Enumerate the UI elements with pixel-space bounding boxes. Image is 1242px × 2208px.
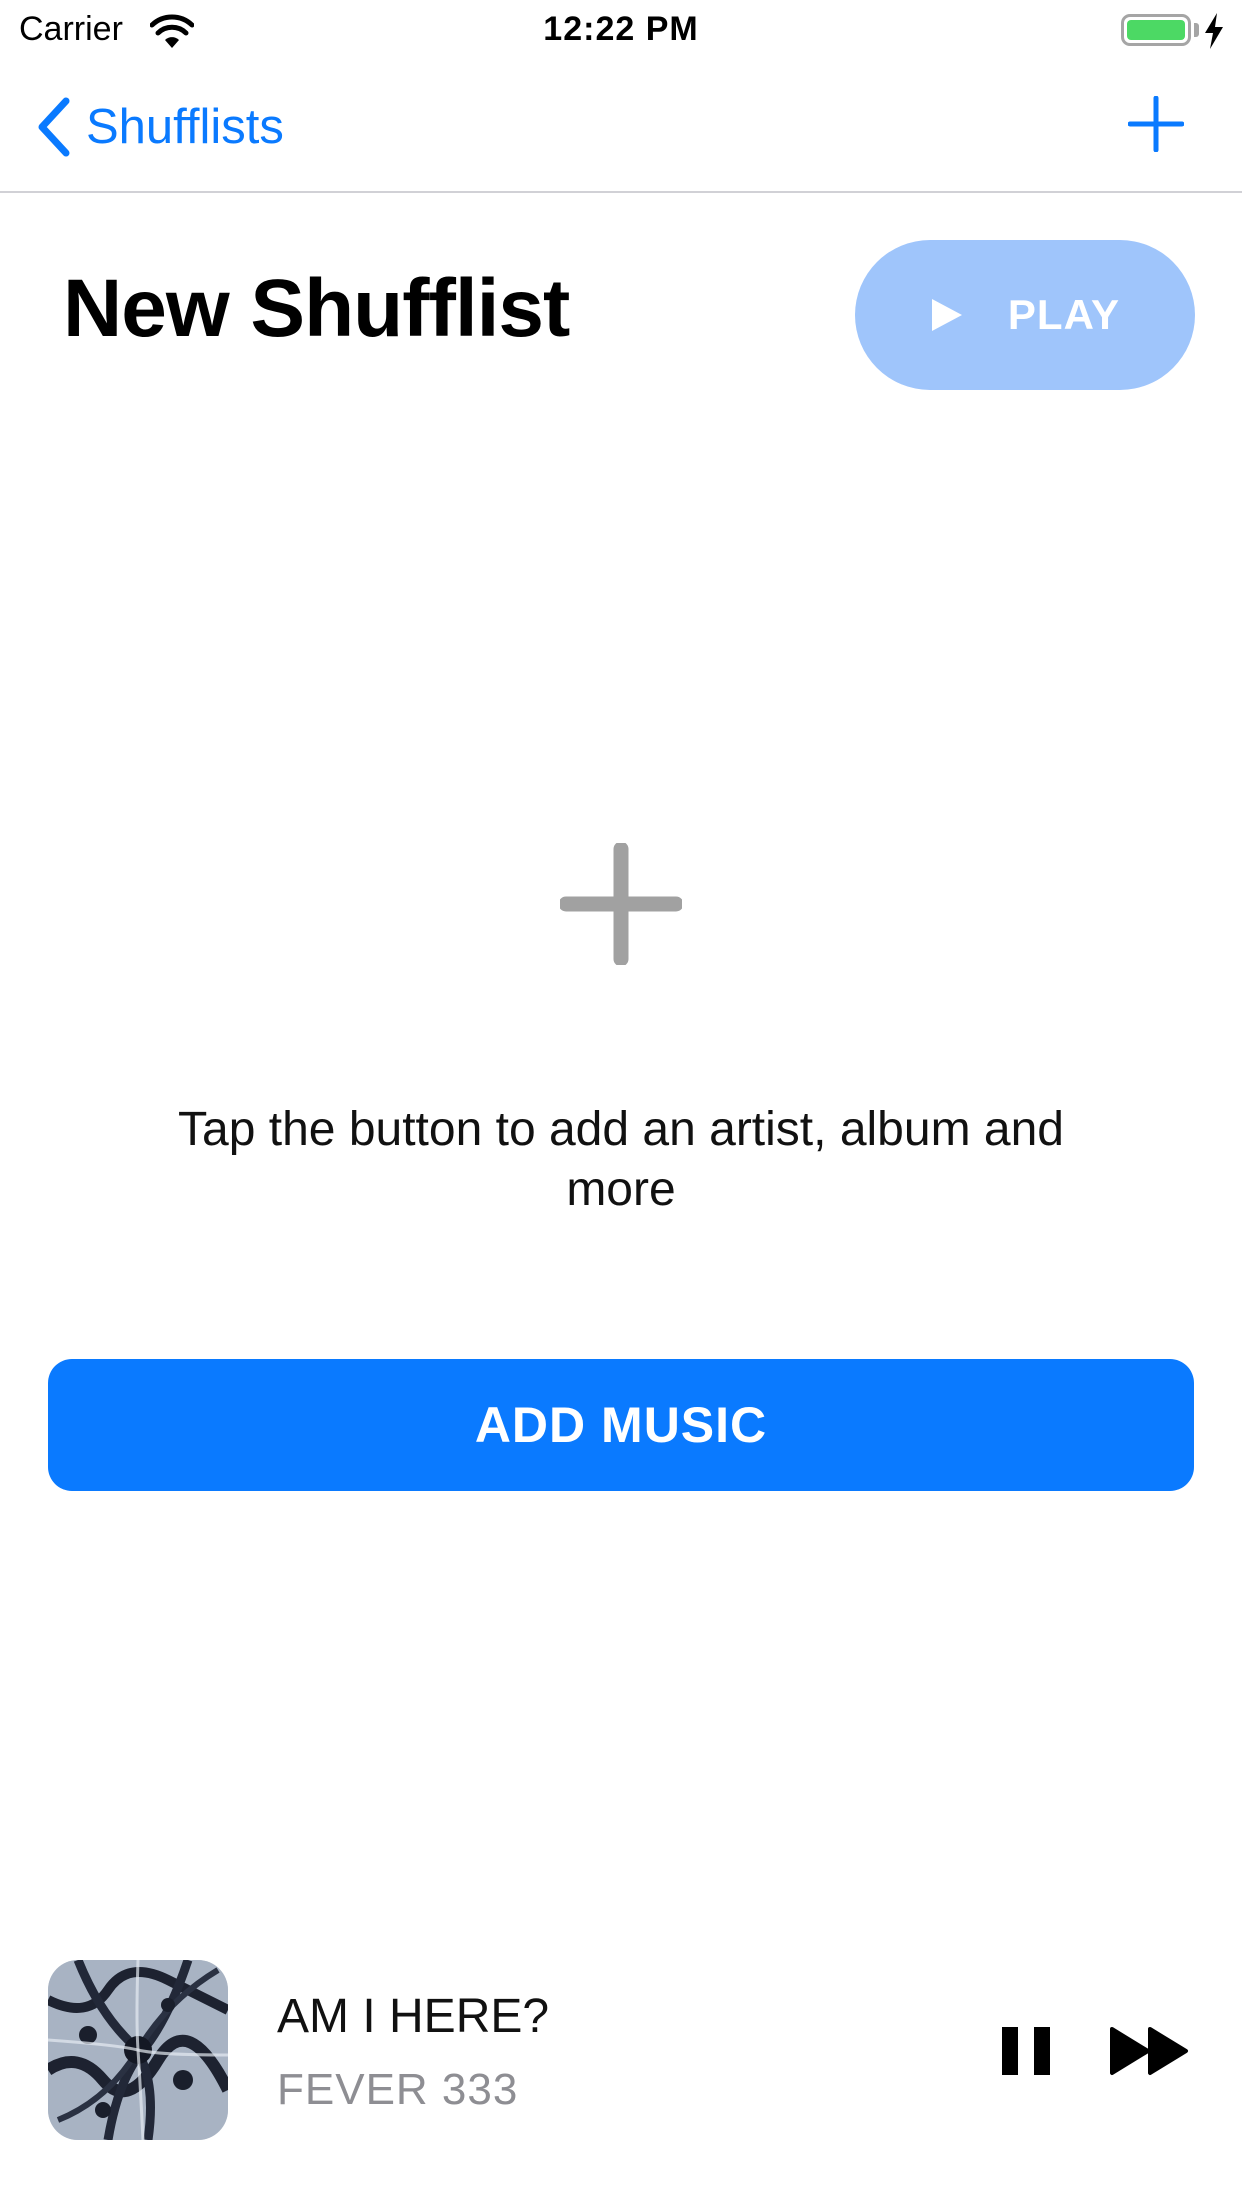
play-button[interactable]: PLAY <box>855 240 1195 390</box>
play-icon <box>931 299 962 331</box>
page-title: New Shufflist <box>63 263 570 354</box>
add-music-button[interactable]: ADD MUSIC <box>48 1359 1194 1491</box>
battery-nub <box>1194 23 1199 37</box>
track-artist: FEVER 333 <box>277 2065 519 2114</box>
back-button-label: Shufflists <box>86 100 284 154</box>
fast-forward-icon[interactable] <box>1110 2025 1190 2077</box>
plus-icon[interactable] <box>1128 96 1184 152</box>
empty-state-message: Tap the button to add an artist, album a… <box>178 1103 1064 1216</box>
play-button-label: PLAY <box>1007 291 1121 338</box>
back-button[interactable]: Shufflists <box>36 92 284 162</box>
add-music-label: ADD MUSIC <box>474 1397 768 1453</box>
album-art[interactable] <box>48 1960 228 2140</box>
status-time: 12:22 PM <box>543 10 699 48</box>
nav-divider <box>0 191 1242 193</box>
track-title: AM I HERE? <box>277 1990 550 2043</box>
charging-bolt-icon <box>1205 13 1223 49</box>
plus-icon <box>560 843 682 965</box>
pause-icon[interactable] <box>998 2025 1054 2077</box>
chevron-left-icon <box>38 97 70 157</box>
battery-icon <box>1121 14 1191 46</box>
